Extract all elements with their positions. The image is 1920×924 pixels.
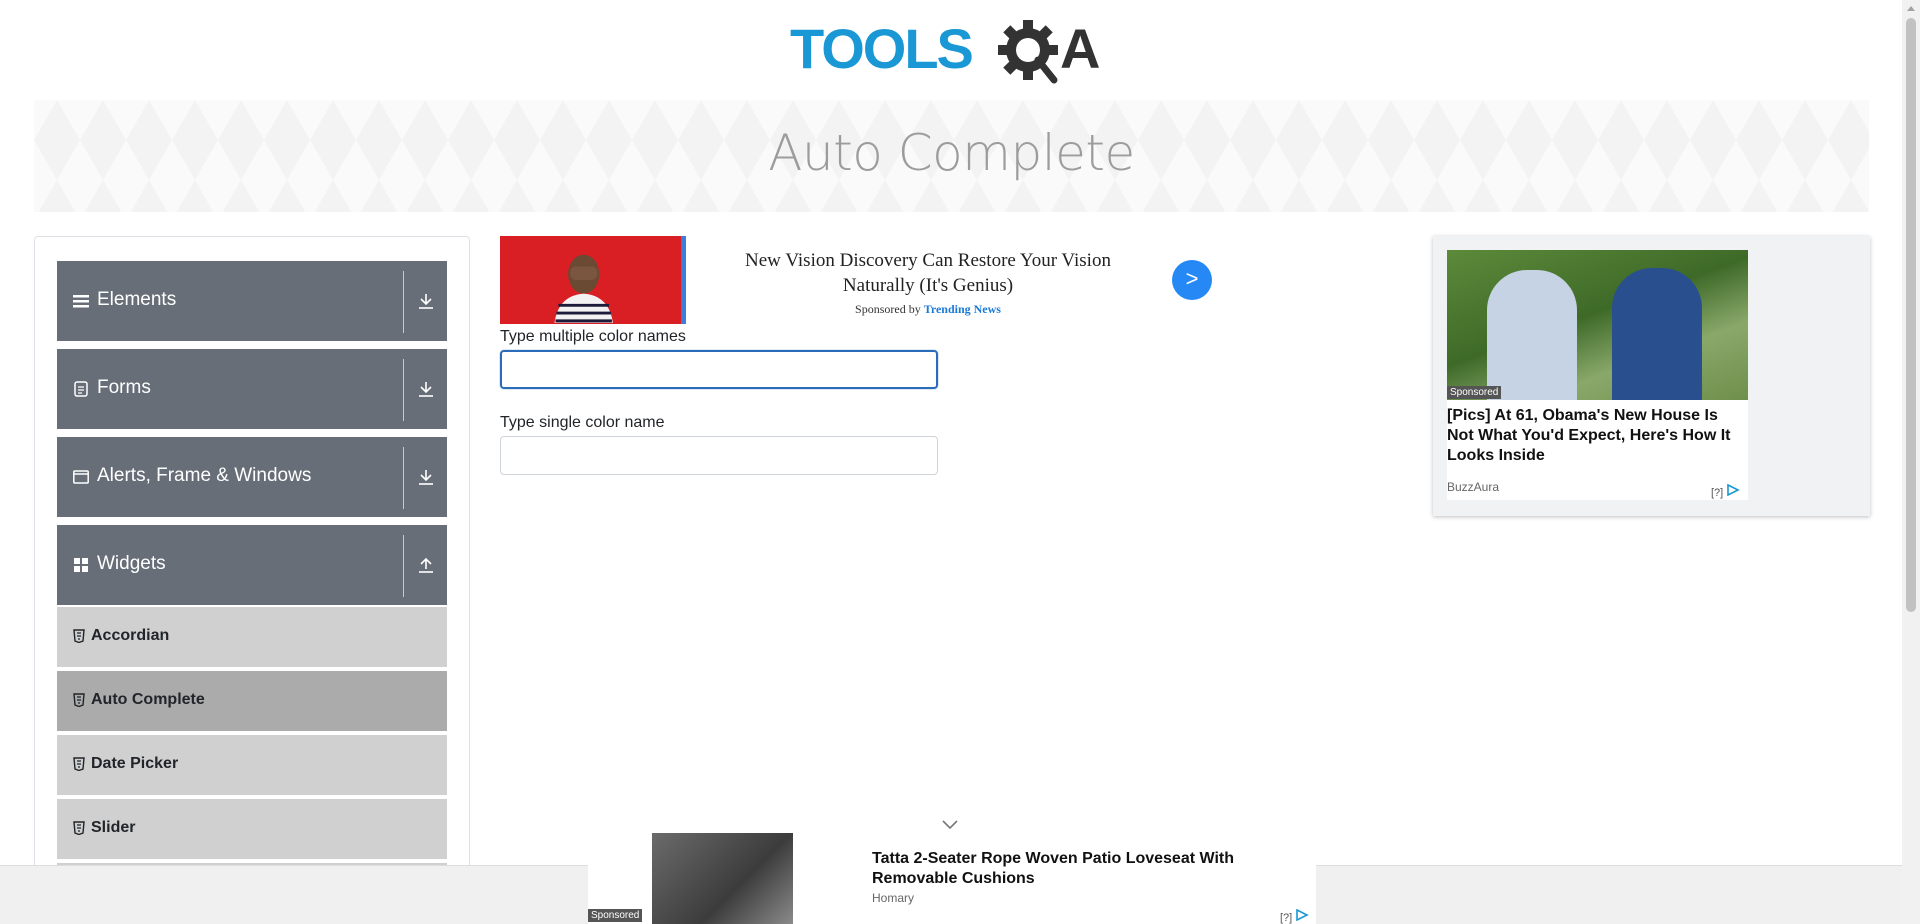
multiple-color-label: Type multiple color names <box>500 328 686 345</box>
bottom-ad[interactable]: Sponsored Tatta 2-Seater Rope Woven Pati… <box>588 820 1316 924</box>
single-color-label: Type single color name <box>500 414 665 431</box>
download-arrow-icon[interactable] <box>418 468 434 486</box>
svg-text:TOOLS: TOOLS <box>790 17 973 80</box>
right-ad[interactable]: Sponsored [Pics] At 61, Obama's New Hous… <box>1433 236 1870 516</box>
window-icon <box>73 470 89 484</box>
group-divider <box>403 359 404 421</box>
multiple-color-input[interactable] <box>500 350 938 389</box>
sidebar-group-alerts[interactable]: Alerts, Frame & Windows <box>57 437 447 517</box>
ad-sponsor-prefix: Sponsored by <box>855 302 921 316</box>
person-shape <box>1612 268 1702 400</box>
html5-icon <box>73 693 85 707</box>
sidebar-item-slider[interactable]: Slider <box>57 797 447 859</box>
group-divider <box>403 271 404 333</box>
hamburger-icon <box>73 295 89 308</box>
sidebar-item-date-picker[interactable]: Date Picker <box>57 733 447 795</box>
adchoices-label: [?] <box>1711 487 1724 499</box>
sidebar-item-label: Date Picker <box>91 755 179 772</box>
page: TOOLS A Auto Complete Elements Forms Ale… <box>0 0 1920 924</box>
page-title: Auto Complete <box>768 124 1135 182</box>
page-scrollbar[interactable] <box>1902 0 1920 924</box>
group-divider <box>403 535 404 597</box>
sidebar-item-auto-complete[interactable]: Auto Complete <box>57 669 447 731</box>
ad-sponsor-brand[interactable]: Trending News <box>924 302 1001 316</box>
person-shape <box>1487 270 1577 400</box>
document-icon <box>74 381 88 397</box>
sidebar-item-label: Slider <box>91 819 136 836</box>
logo-graphic: TOOLS A <box>790 17 1100 84</box>
single-color-input[interactable] <box>500 436 938 475</box>
html5-icon <box>73 821 85 835</box>
html5-icon <box>73 757 85 771</box>
adchoices-link[interactable]: [?] <box>1280 908 1310 924</box>
sponsored-badge: Sponsored <box>588 909 643 922</box>
adchoices-label: [?] <box>1280 912 1293 924</box>
scrollbar-thumb[interactable] <box>1906 18 1916 612</box>
ad-photo[interactable] <box>1447 250 1748 400</box>
ad-source[interactable]: Homary <box>872 891 914 905</box>
ad-headline[interactable]: [Pics] At 61, Obama's New House Is Not W… <box>1447 406 1748 466</box>
ad-headline[interactable]: Tatta 2-Seater Rope Woven Patio Loveseat… <box>872 849 1272 889</box>
toolsqa-logo[interactable]: TOOLS A <box>790 14 1116 90</box>
sponsored-badge: Sponsored <box>1447 386 1502 399</box>
adchoices-icon <box>1296 908 1310 922</box>
ad-image[interactable] <box>500 236 686 324</box>
sidebar-group-label: Elements <box>97 289 177 310</box>
sidebar-group-widgets[interactable]: Widgets <box>57 525 447 605</box>
ad-card[interactable]: Sponsored [Pics] At 61, Obama's New Hous… <box>1447 250 1748 500</box>
sidebar-item-label: Auto Complete <box>91 691 205 708</box>
adchoices-link[interactable]: [?] <box>1711 483 1741 499</box>
ad-next-button[interactable]: > <box>1172 260 1212 300</box>
scroll-up-arrow-icon[interactable] <box>1907 6 1915 11</box>
sidebar-item-label: Accordian <box>91 627 170 644</box>
group-divider <box>403 447 404 509</box>
adchoices-icon <box>1727 483 1741 497</box>
sidebar-group-forms[interactable]: Forms <box>57 349 447 429</box>
html5-icon <box>73 629 85 643</box>
upload-arrow-icon[interactable] <box>418 556 434 574</box>
ad-source[interactable]: BuzzAura <box>1447 480 1499 494</box>
top-ad[interactable]: New Vision Discovery Can Restore Your Vi… <box>500 236 1220 324</box>
svg-text:A: A <box>1060 17 1100 80</box>
page-banner: Auto Complete <box>34 100 1869 212</box>
download-arrow-icon[interactable] <box>418 292 434 310</box>
sidebar: Elements Forms Alerts, Frame & Windows W… <box>34 236 470 924</box>
chevron-down-icon[interactable] <box>941 819 959 831</box>
grid-icon <box>74 558 88 572</box>
sidebar-group-label: Alerts, Frame & Windows <box>97 465 312 486</box>
sidebar-item-accordian[interactable]: Accordian <box>57 605 447 667</box>
sidebar-group-label: Forms <box>97 377 151 398</box>
ad-sponsor-line: Sponsored by Trending News <box>718 302 1138 317</box>
sidebar-group-label: Widgets <box>97 553 166 574</box>
sidebar-group-elements[interactable]: Elements <box>57 261 447 341</box>
man-photo <box>554 254 613 323</box>
ad-headline[interactable]: New Vision Discovery Can Restore Your Vi… <box>718 248 1138 298</box>
download-arrow-icon[interactable] <box>418 380 434 398</box>
ad-image[interactable] <box>652 833 793 924</box>
